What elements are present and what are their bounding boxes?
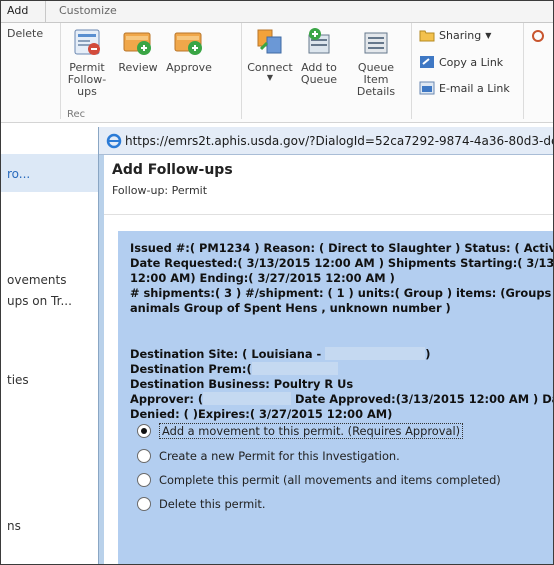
option-radio[interactable] — [137, 449, 151, 463]
approver-text: Approver: ( — [130, 392, 204, 406]
option-radio[interactable] — [137, 473, 151, 487]
destination-prem-line: Destination Prem:( — [130, 362, 553, 377]
permit-info-line: Issued #:( PM1234 ) Reason: ( Direct to … — [130, 241, 554, 255]
destination-site-text: Destination Site: ( Louisiana - — [130, 347, 326, 361]
review-label: Review — [118, 61, 158, 74]
copy-link-icon — [420, 56, 434, 68]
ribbon-tab-strip: Add Customize — [1, 1, 553, 23]
add-followups-dialog: https://emrs2t.aphis.usda.gov/?DialogId=… — [98, 127, 554, 564]
option-delete-permit[interactable]: Delete this permit. — [137, 497, 266, 511]
option-create-permit[interactable]: Create a new Permit for this Investigati… — [137, 449, 400, 463]
copy-link-label: Copy a Link — [439, 55, 504, 69]
ie-logo-icon — [106, 133, 122, 149]
permit-info-line: 12:00 AM) Ending:( 3/27/2015 12:00 AM ) — [130, 271, 395, 285]
dialog-url-bar: https://emrs2t.aphis.usda.gov/?DialogId=… — [99, 127, 554, 155]
permit-info-panel: Issued #:( PM1234 ) Reason: ( Direct to … — [118, 231, 554, 564]
queue-item-details-label-2: Details — [356, 85, 396, 98]
left-navigation: ro... ovements ups on Tr... ties ns — [1, 124, 101, 564]
option-complete-permit[interactable]: Complete this permit (all movements and … — [137, 473, 501, 487]
option-label: Create a new Permit for this Investigati… — [159, 449, 400, 463]
dialog-header: Add Follow-ups Follow-up: Permit — [104, 155, 553, 215]
option-label: Complete this permit (all movements and … — [159, 473, 501, 487]
dialog-title: Add Follow-ups — [112, 162, 233, 178]
nav-item-movements[interactable]: ovements — [7, 273, 66, 287]
email-link-icon — [419, 81, 435, 95]
permit-info-line: # shipments:( 3 ) #/shipment: ( 1 ) unit… — [130, 286, 554, 300]
ribbon-group-label: Rec — [67, 109, 86, 120]
nav-item-ns[interactable]: ns — [7, 519, 21, 533]
permit-info-line: animals Group of Spent Hens , unknown nu… — [130, 301, 451, 315]
redacted-block — [251, 362, 338, 375]
approver-date-text: Date Approved:(3/13/2015 12:00 AM ) Date — [291, 392, 554, 406]
destination-business-line: Destination Business: Poultry R Us — [130, 377, 354, 391]
option-label: Delete this permit. — [159, 497, 266, 511]
review-icon — [123, 32, 151, 55]
option-radio[interactable] — [137, 424, 151, 438]
add-to-queue-label-2: Queue — [300, 73, 338, 86]
redacted-block — [203, 392, 292, 405]
chevron-down-icon: ▼ — [266, 73, 274, 82]
connect-icon — [257, 29, 282, 54]
app-window: Add Customize Delete Permit Follow-ups R… — [0, 0, 554, 565]
approve-label: Approve — [166, 61, 212, 74]
permit-followups-icon — [74, 29, 100, 55]
queue-item-details-button[interactable]: Queue Item Details — [345, 27, 407, 98]
chevron-down-icon: ▼ — [485, 30, 492, 40]
permit-followups-button[interactable]: Permit Follow-ups — [61, 27, 113, 98]
connect-button[interactable]: Customize Connect ▼ — [245, 27, 295, 82]
denied-expires-line: Denied: ( )Expires:( 3/27/2015 12:00 AM) — [130, 407, 393, 421]
email-link-label: E-mail a Link — [439, 81, 510, 95]
dialog-body: Add Follow-ups Follow-up: Permit Issued … — [104, 155, 554, 564]
sharing-label: Sharing — [439, 28, 482, 42]
approve-icon — [174, 32, 202, 55]
nav-item-active-label[interactable]: ro... — [7, 167, 30, 181]
nav-item-groups[interactable]: ups on Tr... — [7, 294, 72, 308]
option-radio[interactable] — [137, 497, 151, 511]
sharing-button[interactable]: Sharing ▼ — [419, 28, 491, 42]
add-to-queue-icon — [308, 28, 330, 54]
ribbon: Delete Permit Follow-ups Review Approve … — [1, 23, 553, 123]
nav-item-ties[interactable]: ties — [7, 373, 29, 387]
destination-prem-text: Destination Prem:( — [130, 362, 252, 376]
ribbon-divider — [411, 23, 412, 119]
approver-line: Approver: ( Date Approved:(3/13/2015 12:… — [130, 392, 554, 407]
refresh-icon[interactable] — [531, 29, 545, 43]
dialog-subtitle: Follow-up: Permit — [112, 184, 208, 197]
folder-icon — [419, 30, 435, 42]
ribbon-divider — [523, 23, 524, 119]
delete-button[interactable]: Delete — [7, 27, 43, 40]
queue-item-details-icon — [364, 32, 388, 54]
tab-add[interactable]: Add — [7, 4, 28, 17]
approve-button[interactable]: Approve — [163, 27, 215, 74]
permit-info-line: Date Requested:( 3/13/2015 12:00 AM ) Sh… — [130, 256, 554, 270]
permit-followups-label-2: Follow-ups — [67, 73, 107, 98]
destination-site-close: ) — [425, 347, 431, 361]
dialog-url: https://emrs2t.aphis.usda.gov/?DialogId=… — [125, 134, 554, 148]
queue-item-details-label-1: Queue Item — [357, 61, 395, 86]
option-label: Add a movement to this permit. (Requires… — [159, 423, 464, 439]
redacted-block — [325, 347, 426, 360]
tab-customize[interactable]: Customize — [59, 4, 117, 17]
copy-link-button[interactable]: Copy a Link — [419, 55, 503, 69]
email-link-button[interactable]: E-mail a Link — [419, 81, 510, 95]
add-to-queue-button[interactable]: Add to Queue — [297, 27, 341, 86]
option-add-movement[interactable]: Add a movement to this permit. (Requires… — [137, 423, 464, 439]
tab-divider — [45, 1, 46, 23]
review-button[interactable]: Review — [115, 27, 161, 74]
destination-site-line: Destination Site: ( Louisiana - ) — [130, 347, 553, 362]
ribbon-divider — [241, 23, 242, 119]
